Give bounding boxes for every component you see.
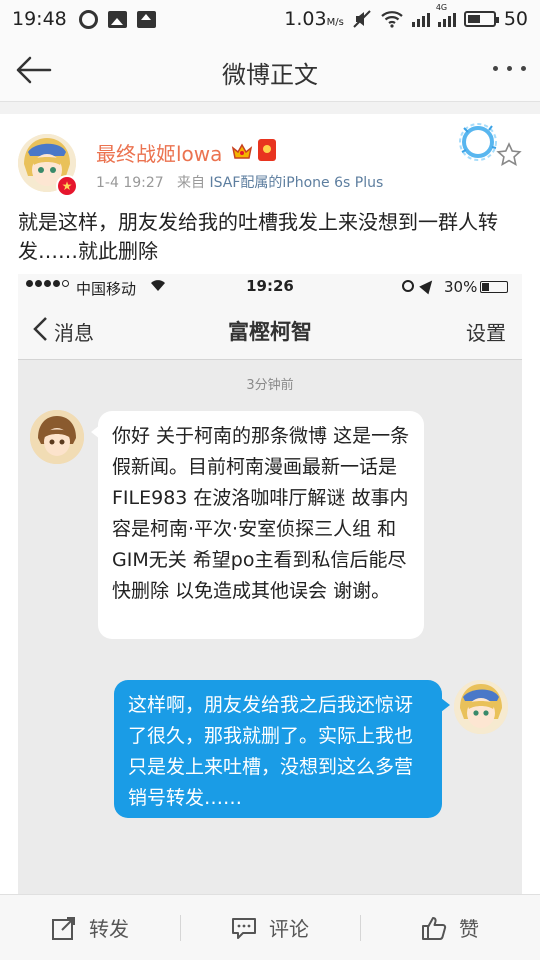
- source-prefix: 来自: [177, 175, 206, 191]
- image-icon: [107, 10, 127, 28]
- action-bar: 转发 评论 赞: [0, 894, 540, 960]
- network-type: 4G: [435, 3, 448, 12]
- favorite-star-icon[interactable]: [496, 142, 522, 168]
- upload-icon: [136, 10, 156, 28]
- wifi-icon: [381, 11, 403, 28]
- image-battery-icon: [480, 281, 508, 293]
- title-bar: 微博正文: [0, 38, 540, 102]
- signal-4g-icon: 4G: [436, 3, 456, 27]
- repost-button[interactable]: 转发: [0, 895, 180, 960]
- network-speed: 1.03M/s: [284, 8, 344, 30]
- repost-icon: [52, 916, 75, 940]
- crown-icon: [231, 143, 253, 159]
- sync-icon: [78, 9, 98, 29]
- image-rotation-lock-icon: [402, 280, 414, 292]
- like-button[interactable]: 赞: [360, 895, 540, 960]
- battery-level: 50: [503, 8, 528, 30]
- post-timestamp: 1-4 19:27: [96, 175, 164, 191]
- image-settings-label: 设置: [466, 321, 506, 345]
- page-title: 微博正文: [222, 61, 318, 89]
- post-text: 就是这样，朋友发给我的吐槽我发上来没想到一群人转发……就此删除: [18, 210, 498, 263]
- battery-icon: [463, 11, 499, 27]
- red-packet-icon: [258, 139, 276, 161]
- post-meta: 1-4 19:27 来自 ISAF配属的iPhone 6s Plus: [96, 172, 383, 192]
- sender-avatar: [30, 410, 84, 464]
- status-time: 19:48: [12, 8, 67, 30]
- thumbs-up-icon: [422, 916, 447, 940]
- status-bar: 19:48 1.03M/s 4G 50: [0, 0, 540, 38]
- signal-icon: [411, 11, 430, 27]
- own-avatar: [454, 680, 508, 734]
- image-status-bar: 中国移动 19:26 30%: [18, 274, 522, 300]
- network-speed-value: 1.03: [284, 8, 327, 30]
- network-speed-unit: M/s: [326, 17, 344, 28]
- comment-label: 评论: [269, 917, 309, 941]
- more-options-icon[interactable]: [493, 66, 526, 71]
- source-link[interactable]: ISAF配属的iPhone 6s Plus: [209, 175, 383, 191]
- incoming-message-bubble: 你好 关于柯南的那条微博 这是一条假新闻。目前柯南漫画最新一话是 FILE983…: [91, 411, 424, 639]
- verified-badge-icon: ★: [56, 175, 78, 197]
- image-contact-name: 富樫柯智: [228, 320, 312, 344]
- outgoing-message-bubble: 这样啊，朋友发给我之后我还惊讶了很久，那我就删了。实际上我也只是发上来吐槽，没想…: [114, 680, 450, 818]
- post-image[interactable]: 中国移动 19:26 30% 消息 富樫柯智 设置 3分钟前 你好 关于柯南的那…: [18, 274, 522, 894]
- like-label: 赞: [459, 917, 479, 941]
- section-divider: [0, 102, 540, 114]
- image-nav-bar: 消息 富樫柯智 设置: [18, 300, 522, 360]
- repost-label: 转发: [89, 917, 129, 941]
- comment-button[interactable]: 评论: [180, 895, 360, 960]
- username-link[interactable]: 最终战姬lowa: [96, 138, 222, 167]
- mute-icon: [353, 10, 371, 28]
- comment-icon: [232, 917, 256, 939]
- image-battery-percent: 30%: [444, 278, 478, 296]
- image-message-time: 3分钟前: [246, 378, 294, 393]
